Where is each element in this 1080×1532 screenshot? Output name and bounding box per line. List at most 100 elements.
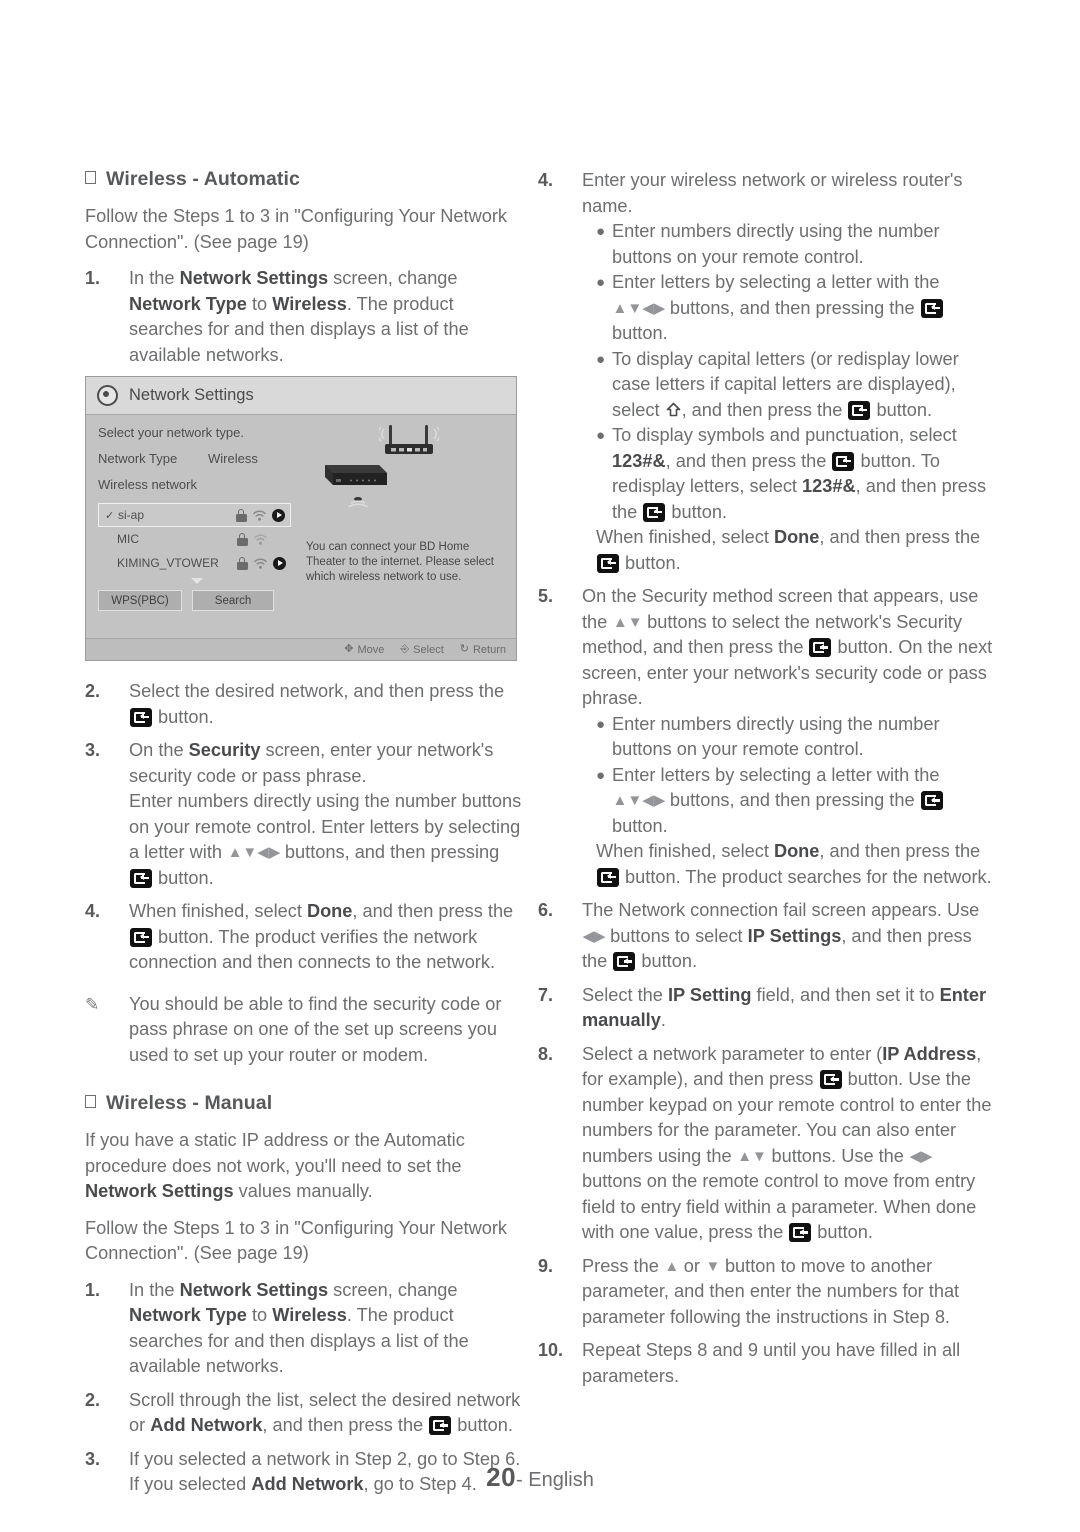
enter-button-icon [597, 553, 619, 573]
step-item: 2. Scroll through the list, select the d… [85, 1388, 525, 1439]
step-number: 8. [538, 1043, 554, 1064]
list-item: ● Enter numbers directly using the number… [582, 712, 993, 763]
bullet-square-icon [85, 1092, 96, 1108]
arrow-updown-icon: ▲▼ [612, 613, 643, 631]
enter-button-icon [819, 1070, 842, 1089]
pencil-note-icon: ✎ [85, 994, 100, 1014]
step-text: On the Security screen, enter your netwo… [129, 740, 522, 888]
enter-icon: ⎆ [400, 643, 410, 655]
arrow-leftright-icon: ◀▶ [909, 1147, 932, 1165]
network-type-value: Wireless [208, 451, 258, 466]
enter-button-icon [130, 868, 152, 888]
scroll-down-caret-icon[interactable] [191, 578, 203, 584]
footer-language: English [528, 1469, 594, 1491]
step-number: 1. [85, 1279, 101, 1300]
footer-action-move[interactable]: ✥ Move [344, 644, 384, 656]
enter-button-icon [613, 952, 636, 971]
wireless-network-list: ✓ si-ap MIC KIMING_VTOWER [98, 503, 296, 584]
network-name: MIC [117, 532, 139, 546]
step-tail-text: When finished, select Done, and then pre… [596, 527, 981, 573]
step-item: 1. In the Network Settings screen, chang… [85, 266, 525, 368]
enter-button-icon [130, 707, 152, 727]
bullet-square-icon [85, 168, 96, 184]
list-item: ● Enter numbers directly using the number… [582, 219, 993, 270]
enter-button-icon [429, 1416, 452, 1435]
arrow-buttons-icon: ▲▼◀▶ [612, 792, 666, 809]
step-number: 4. [85, 901, 101, 921]
lock-icon [237, 532, 248, 546]
dpad-icon: ✥ [344, 643, 354, 655]
power-circle-icon [97, 385, 118, 406]
enter-button-icon [643, 502, 666, 522]
bullet-dot-icon: ● [596, 223, 606, 240]
network-list-item[interactable]: ✓ si-ap [98, 503, 291, 527]
intro-paragraph-manual-1: If you have a static IP address or the A… [85, 1130, 465, 1201]
list-item-text: To display symbols and punctuation, sele… [612, 425, 987, 522]
enter-button-icon [920, 791, 943, 810]
bullet-list: ● Enter numbers directly using the number… [582, 219, 993, 525]
left-column: Wireless - Automatic Follow the Steps 1 … [85, 168, 525, 1506]
network-list-item[interactable]: MIC [98, 527, 291, 551]
tv-screen-title: Network Settings [129, 386, 254, 404]
list-item-text: Enter numbers directly using the number … [612, 221, 940, 267]
enter-button-icon [789, 1223, 812, 1242]
arrow-down-icon: ▼ [705, 1257, 721, 1275]
bullet-dot-icon: ● [596, 274, 606, 291]
intro-paragraph-automatic: Follow the Steps 1 to 3 in "Configuring … [85, 206, 507, 252]
step-text: In the Network Settings screen, change N… [129, 268, 469, 365]
step-text: Repeat Steps 8 and 9 until you have fill… [582, 1340, 961, 1386]
tv-row-network-type[interactable]: Network Type Wireless [98, 451, 296, 466]
tv-right-pane: You can connect your BD Home Theater to … [301, 415, 511, 660]
shift-arrow-icon [665, 402, 682, 419]
connect-play-icon[interactable] [273, 556, 286, 570]
list-item-text: Enter numbers directly using the number … [612, 713, 940, 760]
footer-action-select[interactable]: ⎆ Select [400, 644, 443, 656]
section-heading-wireless-manual: Wireless - Manual [85, 1092, 525, 1115]
step-number: 4. [538, 170, 554, 190]
step-text: The Network connection fail screen appea… [582, 900, 980, 971]
step-item: 10. Repeat Steps 8 and 9 until you have … [538, 1338, 993, 1389]
arrow-leftright-icon: ◀▶ [582, 927, 606, 945]
intro-paragraph-manual-2: Follow the Steps 1 to 3 in "Configuring … [85, 1217, 507, 1264]
tv-screenshot-network-settings: Network Settings Select your network typ… [85, 376, 517, 661]
check-icon: ✓ [105, 509, 115, 522]
step-number: 1. [85, 268, 101, 288]
wifi-signal-icon [254, 533, 267, 545]
tv-left-pane: Select your network type. Network Type W… [86, 415, 296, 611]
connect-play-icon[interactable] [272, 508, 285, 522]
wifi-ripple-icon [348, 497, 368, 508]
step-text: In the Network Settings screen, change N… [129, 1279, 469, 1377]
arrow-updown-icon: ▲▼ [737, 1147, 767, 1165]
bullet-dot-icon: ● [596, 350, 606, 368]
enter-button-icon [848, 400, 871, 420]
wireless-network-label: Wireless network [98, 477, 197, 492]
return-icon: ↻ [459, 643, 469, 655]
section-heading-text: Wireless - Automatic [106, 168, 300, 190]
section-heading-text: Wireless - Manual [106, 1092, 273, 1114]
page-number: 20 [486, 1462, 517, 1492]
network-list-item[interactable]: KIMING_VTOWER [98, 551, 291, 575]
step-tail-text: When finished, select Done, and then pre… [596, 841, 992, 887]
section-heading-wireless-automatic: Wireless - Automatic [85, 168, 525, 191]
page-footer: 20- English [0, 1462, 1080, 1493]
footer-action-return[interactable]: ↻ Return [460, 644, 506, 656]
list-item-text: To display capital letters (or redisplay… [612, 348, 959, 420]
step-number: 2. [85, 681, 101, 701]
step-item: 5. On the Security method screen that ap… [538, 584, 993, 890]
wifi-signal-icon [253, 509, 266, 521]
wireless-router-illustration [379, 425, 439, 454]
manual-page: Wireless - Automatic Follow the Steps 1 … [0, 0, 1080, 1532]
list-item: ● To display capital letters (or redispla… [582, 347, 993, 424]
step-item: 8. Select a network parameter to enter (… [538, 1042, 993, 1246]
search-button[interactable]: Search [192, 590, 274, 611]
step-item: 4. Enter your wireless network or wirele… [538, 168, 993, 576]
enter-button-icon [832, 451, 855, 471]
arrow-up-icon: ▲ [664, 1257, 679, 1275]
step-text: Scroll through the list, select the desi… [129, 1389, 521, 1435]
list-item-text: Enter letters by selecting a letter with… [612, 763, 993, 840]
wps-pbc-button[interactable]: WPS(PBC) [98, 590, 182, 611]
step-item: 3. On the Security screen, enter your ne… [85, 738, 525, 891]
enter-button-icon [920, 298, 943, 318]
network-name: si-ap [118, 508, 145, 522]
list-item: ● To display symbols and punctuation, sel… [582, 423, 993, 525]
